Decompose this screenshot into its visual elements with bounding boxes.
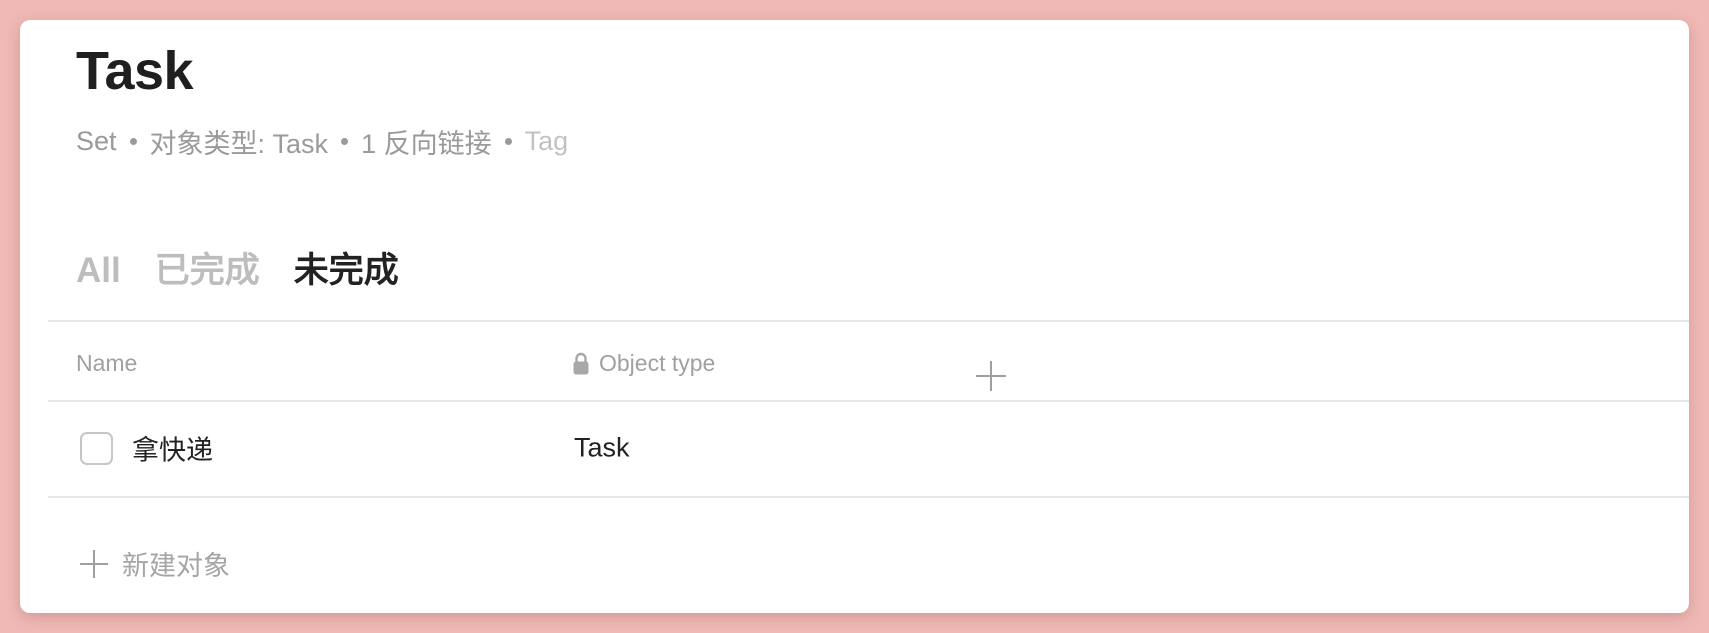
meta-set-label: Set xyxy=(76,126,117,156)
meta-separator-dot xyxy=(129,138,137,145)
table-row-divider xyxy=(48,496,1689,498)
set-page-card: Task Set 对象类型: Task 1 反向链接 Tag All 已完成 未… xyxy=(20,20,1689,613)
page-title[interactable]: Task xyxy=(76,40,194,102)
column-header-object-type-label: Object type xyxy=(599,350,716,376)
new-object-label: 新建对象 xyxy=(122,551,230,581)
row-object-type-cell[interactable]: Task xyxy=(574,433,630,464)
tab-incomplete[interactable]: 未完成 xyxy=(294,242,399,293)
new-object-button[interactable]: 新建对象 xyxy=(80,544,230,583)
table-header-divider xyxy=(48,400,1689,402)
meta-backlinks[interactable]: 1 反向链接 xyxy=(361,122,492,161)
row-name-cell[interactable]: 拿快递 xyxy=(132,429,213,468)
table-top-divider xyxy=(48,320,1689,322)
meta-tag[interactable]: Tag xyxy=(525,126,569,157)
tab-all[interactable]: All xyxy=(76,251,121,291)
row-done-checkbox[interactable] xyxy=(80,432,113,465)
plus-icon xyxy=(80,549,108,578)
column-header-name[interactable]: Name xyxy=(76,350,137,377)
column-header-object-type[interactable]: Object type xyxy=(573,350,715,377)
column-header-name-label: Name xyxy=(76,350,138,376)
meta-separator-dot xyxy=(504,138,512,145)
meta-separator-dot xyxy=(341,138,349,145)
page-meta-bar: Set 对象类型: Task 1 反向链接 Tag xyxy=(76,122,568,161)
tab-completed[interactable]: 已完成 xyxy=(155,242,260,293)
meta-object-type[interactable]: 对象类型: Task xyxy=(150,122,329,161)
add-column-plus-icon[interactable] xyxy=(976,361,1006,391)
view-tabs: All 已完成 未完成 xyxy=(76,242,433,293)
lock-icon xyxy=(573,352,589,375)
